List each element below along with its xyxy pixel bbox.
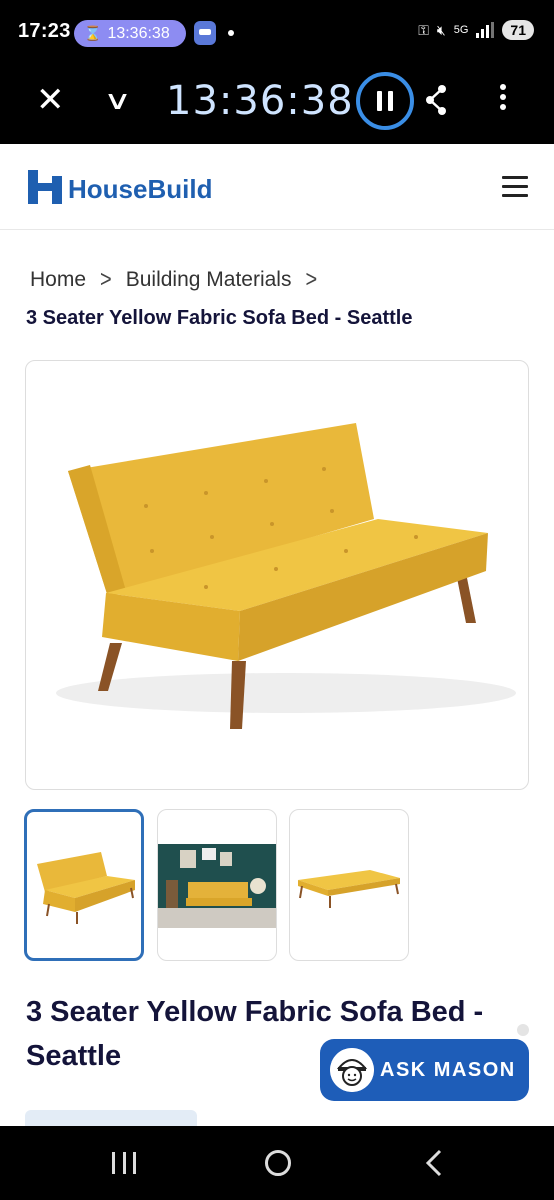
network-label: 5G (453, 24, 469, 36)
sofa-thumbnail-image (37, 852, 135, 924)
menu-icon[interactable] (502, 176, 528, 198)
indicator-dot (517, 1024, 529, 1036)
timer-chip[interactable]: ⌛ 13:36:38 (74, 20, 186, 47)
share-icon[interactable] (424, 84, 448, 116)
breadcrumb-separator: > (305, 266, 318, 293)
breadcrumb-current: 3 Seater Yellow Fabric Sofa Bed - Seattl… (26, 307, 413, 329)
breadcrumb: Home > Building Materials > (30, 266, 331, 293)
breadcrumb-home[interactable]: Home (30, 268, 86, 292)
brand-name: HouseBuild (68, 174, 213, 204)
recording-timer: 13:36:38 (166, 78, 354, 124)
site-header: HouseBuild (0, 144, 554, 230)
key-icon: ⚿ (418, 21, 429, 38)
product-main-image[interactable] (25, 360, 529, 790)
screen-recorder-bar: ✕ ∨ 13:36:38 (0, 68, 554, 144)
notification-dot-icon (228, 30, 234, 36)
battery-icon: 71 (502, 20, 534, 40)
ask-mason-label: ASK MASON (380, 1058, 516, 1081)
partial-tag (25, 1110, 197, 1126)
more-options-icon[interactable] (498, 84, 508, 114)
breadcrumb-building-materials[interactable]: Building Materials (126, 268, 292, 292)
status-bar: 17:23 ⌛ 13:36:38 ⚿ 🔇︎ 5G 71 (0, 0, 554, 68)
sofa-bed-thumbnail-image (298, 870, 400, 908)
mason-avatar-icon (330, 1048, 374, 1092)
room-thumbnail-image (158, 844, 276, 928)
thumbnail-3[interactable] (289, 809, 409, 961)
chevron-down-icon[interactable]: ∨ (103, 82, 132, 118)
timer-chip-text: 13:36:38 (107, 24, 170, 42)
sofa-image (56, 423, 516, 729)
hourglass-icon: ⌛ (84, 25, 102, 41)
system-navigation-bar (0, 1126, 554, 1200)
mute-icon: 🔇︎ (436, 21, 446, 38)
robot-icon (194, 21, 216, 45)
breadcrumb-separator: > (100, 266, 112, 293)
brand-logo[interactable]: HouseBuild (28, 170, 212, 204)
thumbnail-2[interactable] (157, 809, 277, 961)
status-time: 17:23 (18, 20, 71, 42)
pause-button[interactable] (356, 72, 414, 130)
recent-apps-icon[interactable] (112, 1152, 136, 1174)
home-icon[interactable] (265, 1150, 291, 1176)
thumbnail-1[interactable] (24, 809, 144, 961)
ask-mason-button[interactable]: ASK MASON (320, 1039, 529, 1101)
logo-h-icon (28, 170, 62, 204)
back-icon[interactable] (424, 1148, 444, 1178)
signal-icon (476, 22, 495, 38)
close-icon[interactable]: ✕ (36, 80, 65, 120)
status-indicators: ⚿ 🔇︎ 5G 71 (418, 20, 534, 40)
